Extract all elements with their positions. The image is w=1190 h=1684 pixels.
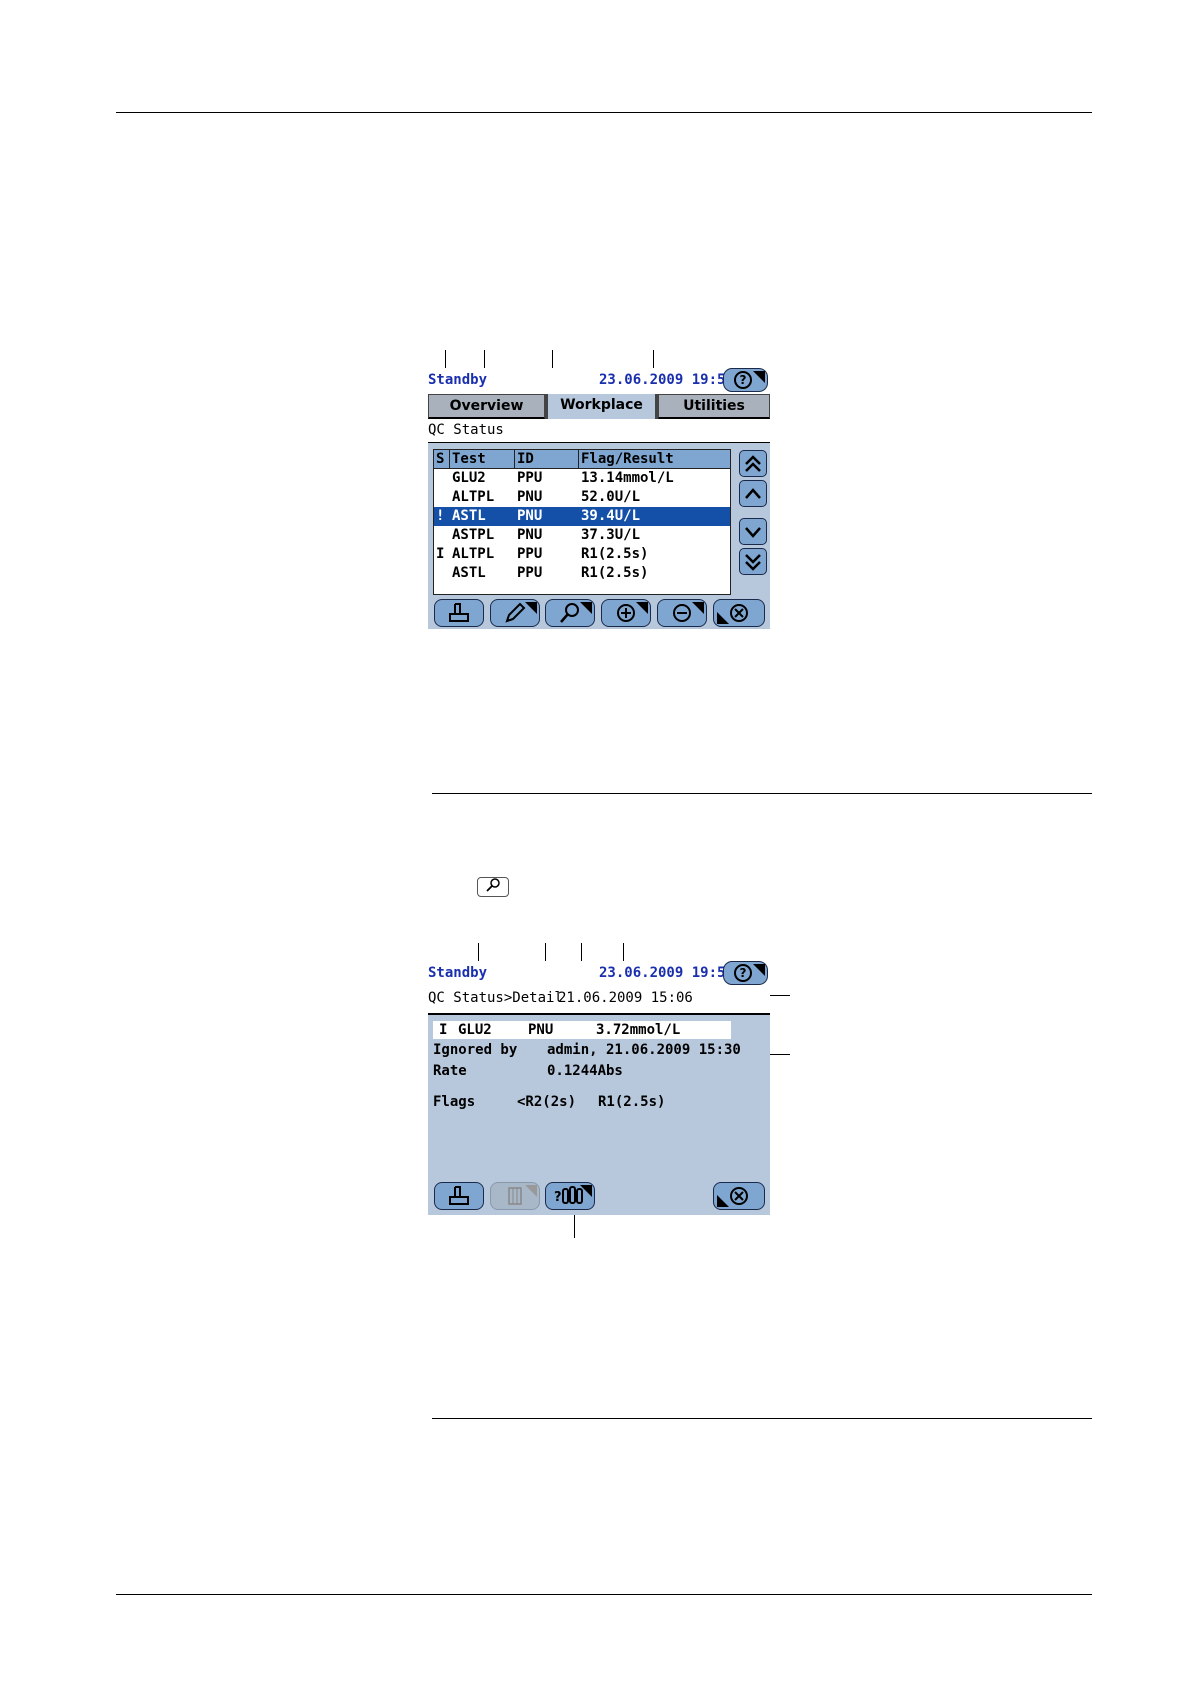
menu-corner-icon: [717, 612, 729, 624]
search-button[interactable]: [545, 599, 595, 627]
flag-value: R1(2.5s): [598, 1094, 666, 1110]
print-icon: [449, 603, 469, 622]
add-icon: [617, 604, 635, 622]
page-down-button[interactable]: [739, 548, 767, 575]
close-icon: [730, 1187, 748, 1205]
datetime-text: 23.06.2009 19:52: [599, 965, 734, 981]
section-rule-2: [432, 1418, 1092, 1419]
help-button[interactable]: ?: [723, 368, 768, 392]
remove-icon: [673, 604, 691, 622]
search-icon: [560, 603, 579, 623]
menu-corner-icon: [753, 371, 765, 383]
menu-corner-icon: [636, 602, 648, 614]
ignored-by-value: admin, 21.06.2009 15:30: [547, 1042, 741, 1058]
print-button[interactable]: [434, 1182, 484, 1210]
up-icon: [745, 488, 761, 499]
flag-value: <R2(2s): [517, 1094, 577, 1110]
page-title: QC Status>Detail: [428, 990, 563, 1006]
table-row-selected[interactable]: ! ASTL PNU 39.4U/L: [434, 507, 730, 526]
menu-corner-icon: [580, 1185, 592, 1197]
close-icon: [730, 604, 748, 622]
status-text: Standby: [428, 965, 488, 981]
column-header-flag-result[interactable]: Flag/Result: [581, 451, 674, 467]
print-icon: [449, 1186, 469, 1205]
list-header: S Test ID Flag/Result: [434, 450, 730, 469]
menu-corner-icon: [580, 602, 592, 614]
add-button[interactable]: [601, 599, 651, 627]
svg-text:?: ?: [554, 1190, 562, 1205]
page-down-icon: [745, 554, 761, 571]
rate-value: 0.1244Abs: [547, 1063, 623, 1079]
ignored-by-label: Ignored by: [433, 1042, 518, 1058]
remove-button[interactable]: [657, 599, 707, 627]
menu-corner-icon: [717, 1195, 729, 1207]
tab-workplace[interactable]: Workplace: [545, 394, 658, 419]
column-header-id[interactable]: ID: [517, 451, 534, 467]
tab-utilities[interactable]: Utilities: [658, 394, 770, 419]
edit-icon: [505, 602, 526, 623]
table-row[interactable]: ALTPL PNU 52.0U/L: [434, 488, 730, 507]
selected-result-row: I GLU2 PNU 3.72mmol/L: [433, 1021, 731, 1039]
status-text: Standby: [428, 372, 488, 388]
column-header-s[interactable]: S: [436, 451, 444, 467]
page-up-button[interactable]: [739, 450, 767, 477]
menu-corner-icon: [753, 964, 765, 976]
help-button[interactable]: ?: [723, 961, 768, 985]
print-button[interactable]: [434, 599, 484, 627]
datetime-text: 23.06.2009 19:50: [599, 372, 734, 388]
menu-corner-icon: [525, 602, 537, 614]
qc-detail-screen: Standby 23.06.2009 19:52 ? QC Status>Det…: [428, 961, 770, 1215]
help-icon: ?: [734, 964, 752, 982]
column-header-test[interactable]: Test: [452, 451, 486, 467]
edit-button[interactable]: [490, 599, 540, 627]
table-row[interactable]: ASTL PPU R1(2.5s): [434, 564, 730, 583]
top-bar: Standby 23.06.2009 19:50 ?: [428, 368, 770, 394]
table-row[interactable]: ASTPL PNU 37.3U/L: [434, 526, 730, 545]
scroll-down-button[interactable]: [739, 518, 767, 545]
reagent-icon: [508, 1187, 522, 1205]
help-icon: ?: [734, 371, 752, 389]
page-title-bar: QC Status>Detail 21.06.2009 15:06: [428, 987, 770, 1015]
table-row[interactable]: GLU2 PPU 13.14mmol/L: [434, 469, 730, 488]
menu-corner-icon: [525, 1185, 537, 1197]
header-rule: [116, 112, 1092, 113]
footer-rule: [116, 1594, 1092, 1595]
search-icon: [486, 878, 500, 892]
down-icon: [745, 527, 761, 538]
close-button[interactable]: [713, 599, 765, 627]
rate-label: Rate: [433, 1063, 467, 1079]
table-row[interactable]: I ALTPL PPU R1(2.5s): [434, 545, 730, 564]
tab-bar: Overview Workplace Utilities: [428, 394, 770, 419]
menu-corner-icon: [692, 602, 704, 614]
detail-timestamp: 21.06.2009 15:06: [558, 990, 693, 1006]
scroll-up-button[interactable]: [739, 480, 767, 507]
close-button[interactable]: [713, 1182, 765, 1210]
section-rule-1: [432, 793, 1092, 794]
page-title-bar: QC Status: [428, 419, 770, 443]
top-bar: Standby 23.06.2009 19:52 ?: [428, 961, 770, 987]
page-title: QC Status: [428, 422, 504, 438]
tab-overview[interactable]: Overview: [428, 394, 545, 419]
flags-label: Flags: [433, 1094, 476, 1110]
search-button-reference: [477, 877, 509, 897]
qc-status-screen: Standby 23.06.2009 19:50 ? Overview Work…: [428, 368, 770, 629]
sample-tubes-button[interactable]: ?: [545, 1182, 595, 1210]
reagent-button[interactable]: [490, 1182, 540, 1210]
qc-result-list[interactable]: S Test ID Flag/Result GLU2 PPU 13.14mmol…: [433, 449, 731, 595]
page-up-icon: [745, 455, 761, 472]
